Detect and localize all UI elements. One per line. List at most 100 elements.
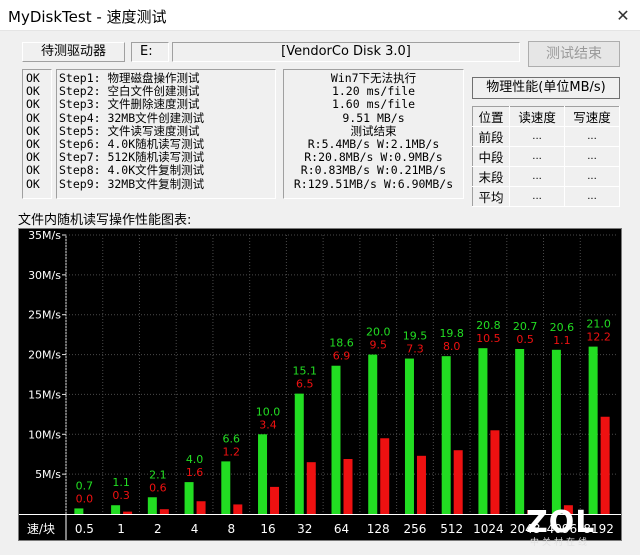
read-speed-data-label: 15.1 [293,365,318,378]
x-tick-label: 2048 [510,522,541,536]
perf-header-position: 位置 [471,106,511,127]
write-speed-bar [306,462,316,514]
write-speed-bar [600,416,610,514]
read-speed-data-label: 20.8 [476,319,501,332]
read-speed-bar [478,348,488,514]
perf-position: 前段 [471,126,511,147]
x-tick-label: 8192 [583,522,614,536]
x-tick-label: 256 [404,522,427,536]
read-speed-bar [294,393,304,514]
step-status: OK [26,176,40,191]
y-tick-label: 25M/s [28,309,61,322]
read-speed-data-label: 21.0 [586,318,611,331]
x-axis-corner-label: 速/块 [27,522,55,536]
write-speed-data-label: 1.6 [186,466,204,479]
read-speed-data-label: 2.1 [149,468,167,481]
write-speed-bar [563,505,573,514]
perf-write-value: ... [564,166,620,187]
write-speed-data-label: 9.5 [369,339,387,352]
title-bar: MyDiskTest - 速度测试 ✕ [0,0,640,31]
step-text: Step3: 文件删除速度测试 [59,97,200,112]
step-status: OK [26,110,40,125]
perf-read-value: ... [509,126,566,147]
perf-table: 位置 读速度 写速度 前段 ... ... 中段 ... ... 末段 ... … [471,106,620,207]
write-speed-bar [343,458,353,514]
x-tick-label: 512 [440,522,463,536]
perf-title: 物理性能(单位MB/s) [472,77,620,99]
perf-header-write: 写速度 [564,106,620,127]
perf-header-read: 读速度 [509,106,566,127]
write-speed-bar [490,430,500,514]
step-text: Step8: 4.0K文件复制测试 [59,163,205,178]
write-speed-bar [527,510,537,514]
step-status: OK [26,97,40,112]
close-icon[interactable]: ✕ [610,3,636,28]
write-speed-data-label: 1.2 [223,445,241,458]
x-tick-label: 4 [191,522,199,536]
read-speed-bar [551,349,561,514]
write-speed-bar [123,511,133,514]
write-speed-data-label: 0.6 [149,481,167,494]
performance-chart: 5M/s 10M/s 15M/s 20M/s 25M/s 30M/s 35M/s 0.7 0.0… [18,228,622,541]
step-list-panel: Step1: 物理磁盘操作测试 Step2: 空白文件创建测试 Step3: 文件删… [56,69,276,199]
x-tick-label: 16 [260,522,275,536]
drive-label-text: 待测驱动器 [40,44,106,59]
read-speed-data-label: 19.5 [403,330,428,343]
write-speed-data-label: 0.5 [516,333,534,346]
perf-write-value: ... [564,186,620,207]
read-speed-bar [74,508,84,514]
perf-row-middle: 中段 ... ... [471,146,620,167]
step-result: R:0.83MB/s W:0.21MB/s [300,163,447,178]
step-status-panel: OK OK OK OK OK OK OK OK OK [22,69,52,199]
write-speed-data-label: 6.9 [333,350,351,363]
perf-write-value: ... [564,146,620,167]
perf-position: 末段 [471,166,511,187]
x-tick-label: 8 [227,522,235,536]
write-speed-data-label: 12.2 [586,331,611,344]
read-speed-bar [331,365,341,514]
read-speed-bar [258,434,268,514]
write-speed-bar [270,486,280,514]
read-speed-bar [588,346,598,514]
perf-row-end: 末段 ... ... [471,166,620,187]
perf-read-value: ... [509,166,566,187]
perf-header-row: 位置 读速度 写速度 [471,106,620,127]
stop-test-button[interactable]: 测试结束 [528,41,620,67]
read-speed-data-label: 20.7 [513,320,538,333]
perf-read-value: ... [509,186,566,207]
perf-position: 中段 [471,146,511,167]
step-text: Step9: 32MB文件复制测试 [59,176,205,191]
step-result: 9.51 MB/s [342,110,405,125]
perf-position: 平均 [471,186,511,207]
read-speed-bar [515,348,525,514]
step-result: R:129.51MB/s W:6.90MB/s [293,176,454,191]
write-speed-data-label: 0.0 [76,492,94,505]
write-speed-data-label: 8.0 [443,340,461,353]
write-speed-bar [233,504,243,514]
drive-letter: E: [140,44,153,59]
x-tick-label: 4096 [547,522,578,536]
write-speed-data-label: 7.3 [406,343,424,356]
drive-name: [VendorCo Disk 3.0] [281,44,411,59]
write-speed-data-label: 10.5 [476,332,501,345]
read-speed-data-label: 6.6 [223,432,241,445]
drive-letter-field: E: [131,42,169,62]
result-list: Win7下无法执行 1.20 ms/file 1.60 ms/file 9.51 MB… [284,71,463,191]
x-tick-label: 1 [117,522,125,536]
x-tick-label: 32 [297,522,312,536]
write-speed-bar [196,501,206,514]
perf-row-average: 平均 ... ... [471,186,620,207]
drive-name-field: [VendorCo Disk 3.0] [172,42,520,62]
write-speed-data-label: 0.3 [112,489,130,502]
x-tick-label: 0.5 [75,522,94,536]
read-speed-bar [184,482,194,514]
write-speed-data-label: 3.4 [259,418,277,431]
y-tick-label: 30M/s [28,269,61,282]
drive-label: 待测驱动器 [22,42,125,62]
y-tick-label: 20M/s [28,349,61,362]
performance-chart-svg: 5M/s 10M/s 15M/s 20M/s 25M/s 30M/s 35M/s 0.70.0… [19,229,621,540]
y-tick-label: 10M/s [28,428,61,441]
read-speed-data-label: 19.8 [439,327,464,340]
read-speed-bar [111,505,121,514]
x-tick-label: 128 [367,522,390,536]
